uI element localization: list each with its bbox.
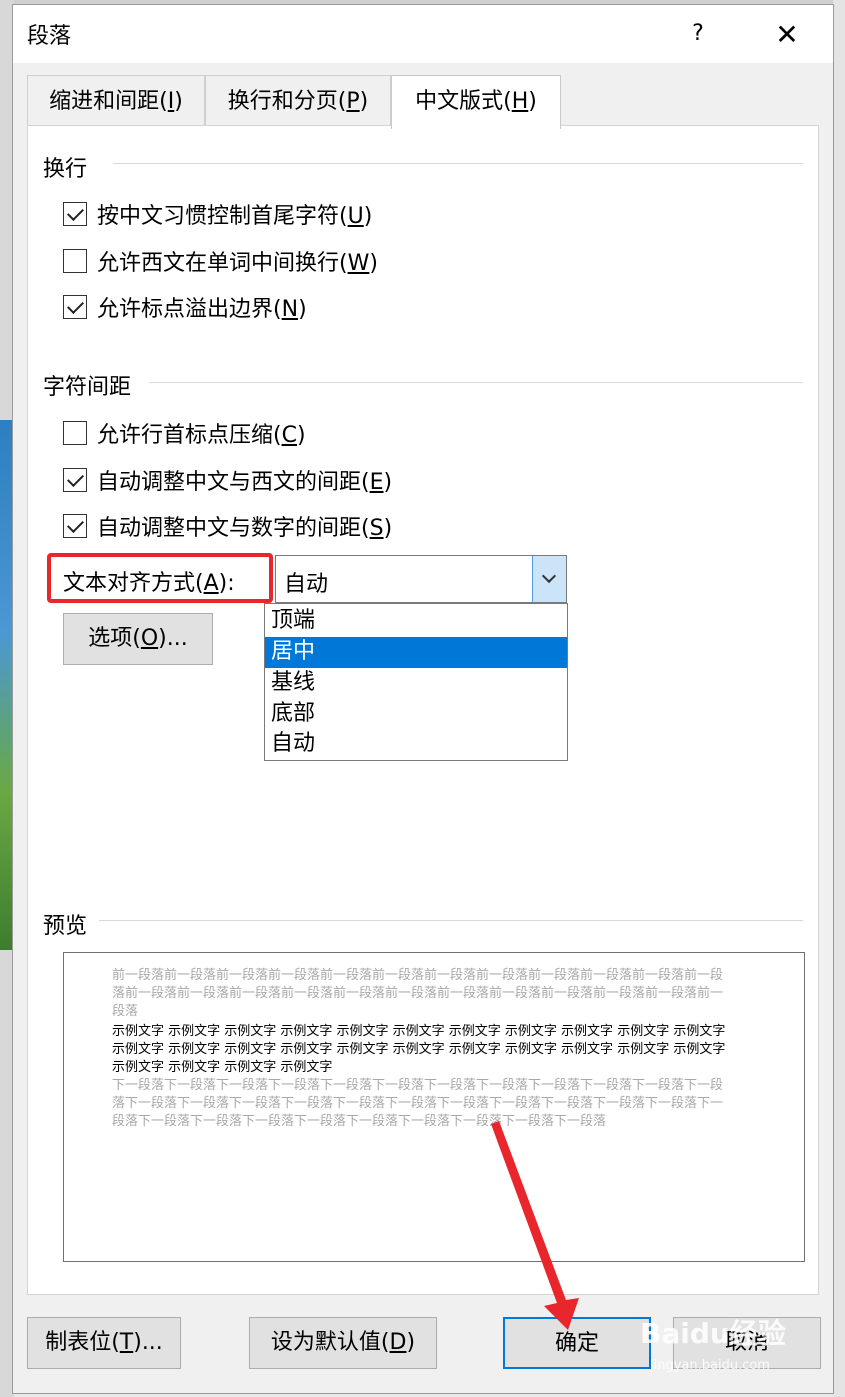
section-title-char-spacing: 字符间距	[43, 375, 132, 400]
close-icon: ✕	[775, 18, 799, 51]
help-button[interactable]: ?	[683, 17, 713, 51]
dropdown-option-baseline[interactable]: 基线	[265, 668, 567, 699]
section-title-line-break: 换行	[43, 157, 88, 182]
preview-pane: 前一段落前一段落前一段落前一段落前一段落前一段落前一段落前一段落前一段落前一段落…	[63, 952, 805, 1262]
divider	[99, 920, 803, 921]
checkbox-checked[interactable]	[63, 514, 87, 538]
checkbox-unchecked[interactable]	[63, 421, 87, 445]
checkbox-checked[interactable]	[63, 295, 87, 319]
option-control-first-last-chars[interactable]: 按中文习惯控制首尾字符(U)	[63, 197, 372, 231]
option-compress-punctuation[interactable]: 允许行首标点压缩(C)	[63, 416, 306, 450]
option-allow-hanging-punctuation[interactable]: 允许标点溢出边界(N)	[63, 290, 307, 324]
divider	[113, 163, 803, 164]
dropdown-option-bottom[interactable]: 底部	[265, 699, 567, 730]
ok-button[interactable]: 确定	[503, 1317, 651, 1369]
tabs-button[interactable]: 制表位(T)...	[27, 1317, 181, 1369]
text-alignment-label: 文本对齐方式(A):	[63, 571, 235, 596]
option-allow-latin-wrap[interactable]: 允许西文在单词中间换行(W)	[63, 244, 378, 278]
set-default-button[interactable]: 设为默认值(D)	[249, 1317, 437, 1369]
preview-previous-paragraph: 前一段落前一段落前一段落前一段落前一段落前一段落前一段落前一段落前一段落前一段落…	[112, 968, 724, 1019]
option-auto-space-asian-latin[interactable]: 自动调整中文与西文的间距(E)	[63, 463, 392, 497]
checkbox-checked[interactable]	[63, 202, 87, 226]
checkbox-checked[interactable]	[63, 468, 87, 492]
watermark-logo: Baidu经验	[640, 1317, 786, 1350]
close-button[interactable]: ✕	[765, 15, 809, 55]
watermark-url: jingyan.baidu.com	[650, 1358, 770, 1373]
preview-sample-paragraph: 示例文字 示例文字 示例文字 示例文字 示例文字 示例文字 示例文字 示例文字 …	[112, 1024, 726, 1075]
tab-line-page-breaks[interactable]: 换行和分页(P)	[205, 75, 391, 127]
dropdown-option-center[interactable]: 居中	[265, 637, 567, 668]
option-auto-space-asian-number[interactable]: 自动调整中文与数字的间距(S)	[63, 509, 392, 543]
chevron-down-icon[interactable]	[532, 556, 566, 602]
checkbox-unchecked[interactable]	[63, 249, 87, 273]
preview-next-paragraph: 下一段落下一段落下一段落下一段落下一段落下一段落下一段落下一段落下一段落下一段落…	[112, 1078, 724, 1129]
dropdown-option-top[interactable]: 顶端	[265, 606, 567, 637]
dialog-title: 段落	[27, 24, 72, 49]
text-alignment-value: 自动	[284, 572, 329, 597]
paragraph-dialog: 段落 ? ✕ 缩进和间距(I) 换行和分页(P) 中文版式(H) 换行 按中文习…	[12, 4, 834, 1394]
title-bar: 段落 ? ✕	[13, 5, 833, 63]
divider	[149, 382, 803, 383]
tab-indents-spacing[interactable]: 缩进和间距(I)	[27, 75, 205, 127]
text-alignment-select[interactable]: 自动	[275, 555, 567, 603]
options-button[interactable]: 选项(O)...	[63, 613, 213, 665]
text-alignment-dropdown-list: 顶端 居中 基线 底部 自动	[264, 603, 568, 761]
dropdown-option-auto[interactable]: 自动	[265, 729, 567, 760]
section-title-preview: 预览	[43, 914, 88, 939]
background-right-strip	[833, 0, 845, 1397]
tab-asian-typography[interactable]: 中文版式(H)	[391, 75, 561, 129]
